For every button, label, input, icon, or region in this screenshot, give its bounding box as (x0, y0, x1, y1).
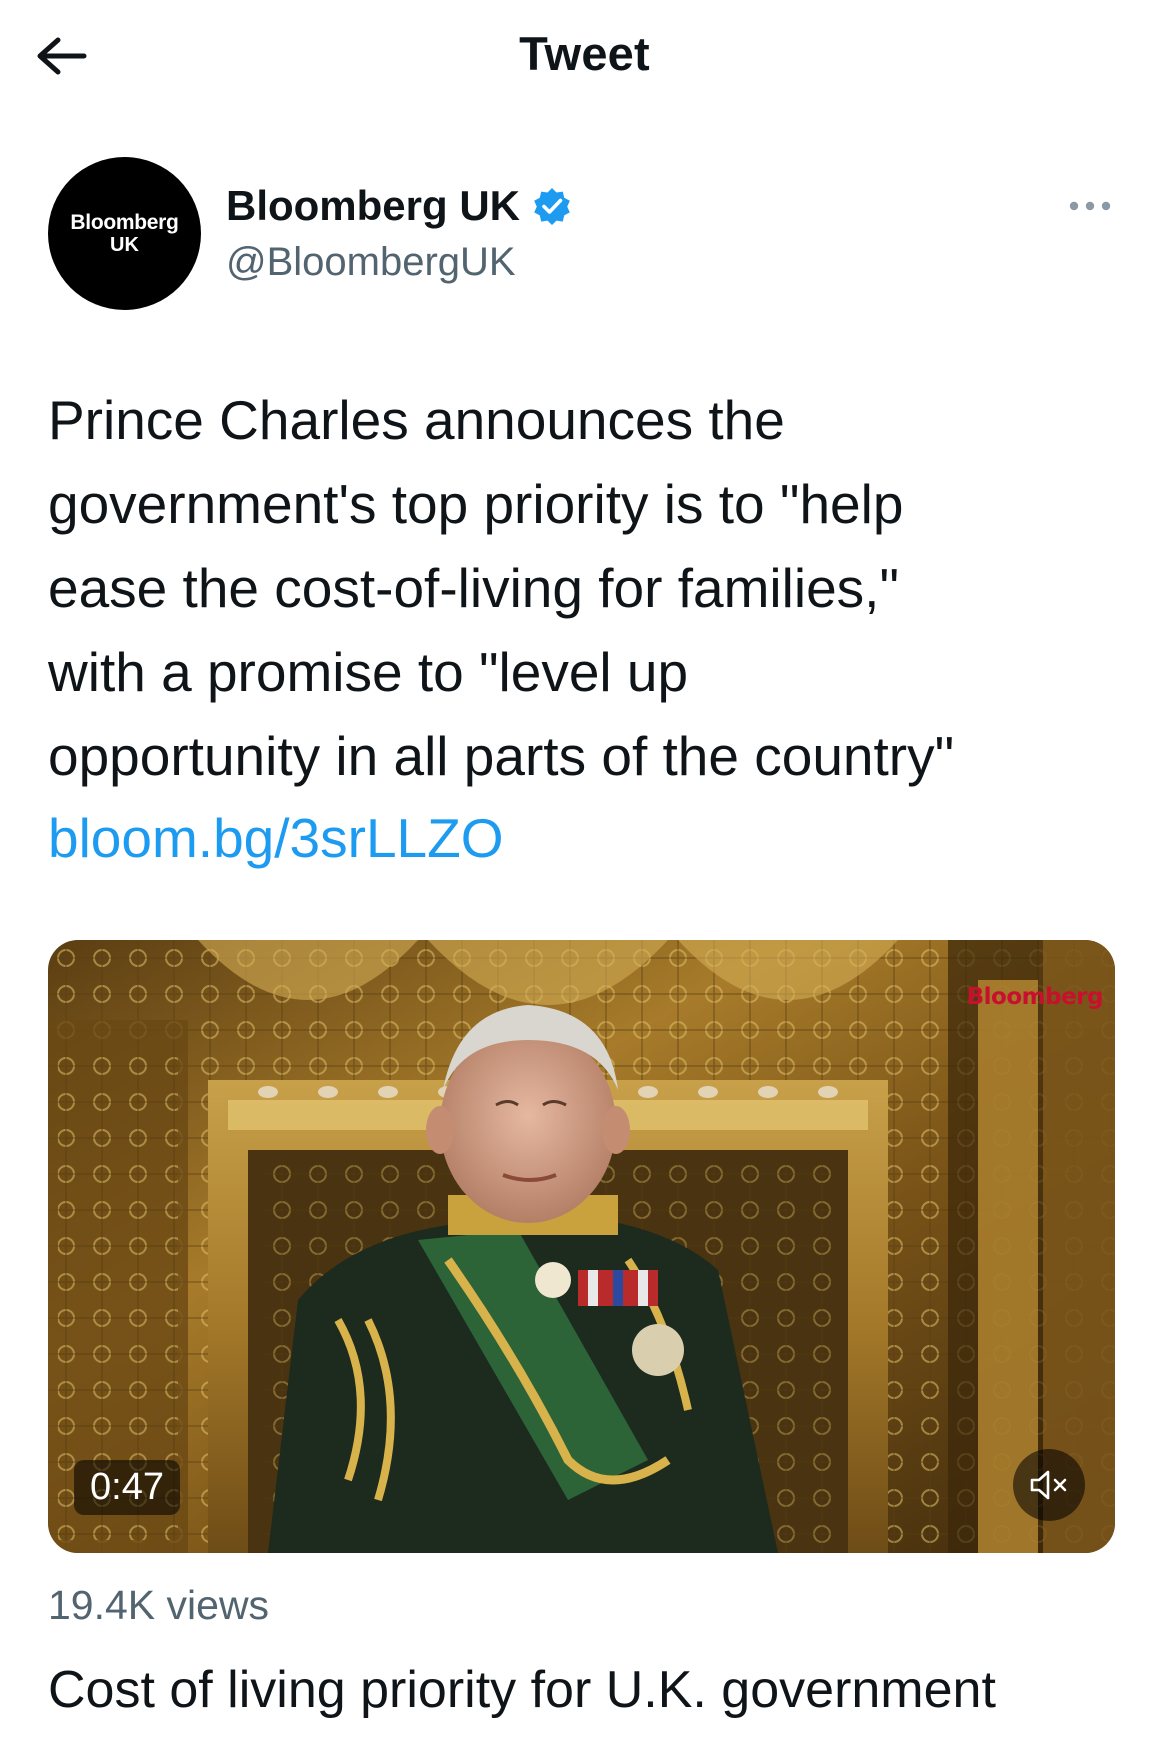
author-name[interactable]: Bloomberg UK (226, 182, 572, 230)
avatar-text-line1: Bloomberg (70, 211, 179, 234)
view-count: 19.4K views (48, 1582, 270, 1628)
more-options-button[interactable] (1058, 188, 1122, 224)
avatar-text-line2: UK (110, 234, 139, 256)
verified-badge-icon (534, 188, 570, 225)
page-title: Tweet (519, 27, 650, 80)
speaker-muted-icon (1030, 1470, 1067, 1500)
avatar[interactable]: Bloomberg UK (48, 157, 201, 310)
video-thumbnail (48, 940, 1115, 1553)
video-watermark: Bloomberg (966, 984, 1104, 1010)
author-handle[interactable]: @BloombergUK (226, 240, 516, 285)
tweet-link[interactable]: bloom.bg/3srLLZO (48, 796, 504, 880)
video-title: Cost of living priority for U.K. governm… (48, 1661, 996, 1719)
video-player[interactable]: Bloomberg 0:47 (48, 940, 1115, 1553)
video-duration-badge: 0:47 (74, 1460, 180, 1515)
tweet-text: Prince Charles announces the government'… (48, 389, 955, 787)
mute-toggle-button[interactable] (1013, 1449, 1085, 1521)
top-bar: Tweet (0, 0, 1169, 112)
more-dots-icon (1069, 201, 1111, 211)
author-name-text: Bloomberg UK (226, 182, 520, 229)
